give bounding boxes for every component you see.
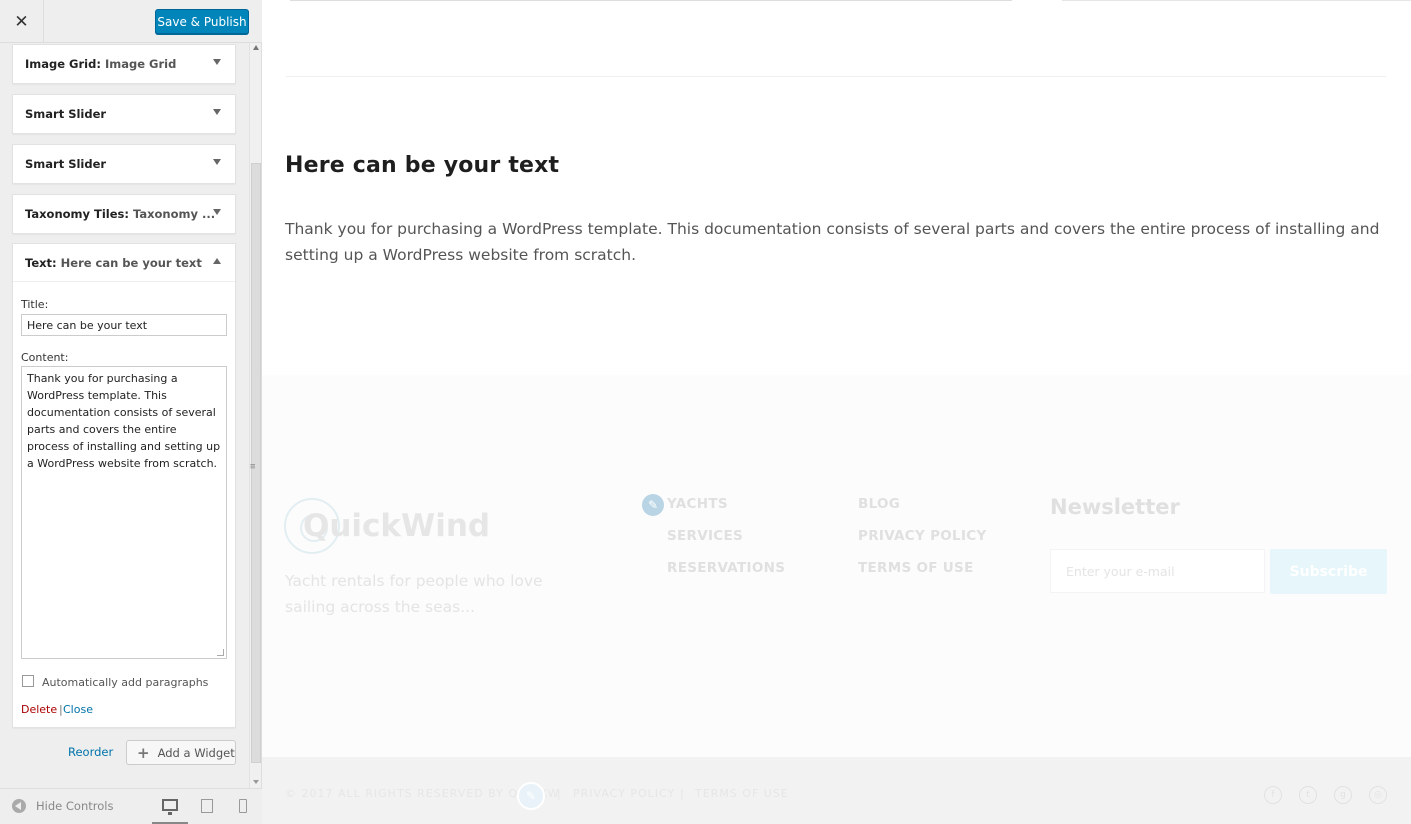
customizer-footer: Hide Controls	[0, 788, 262, 824]
hide-controls-label: Hide Controls	[36, 799, 114, 813]
text-widget-body: Thank you for purchasing a WordPress tem…	[285, 220, 1380, 264]
expand-arrow-icon[interactable]	[213, 109, 221, 115]
widget-name: Smart Slider	[25, 157, 107, 171]
section-divider	[286, 76, 1386, 77]
widget-header[interactable]: Smart Slider	[13, 145, 235, 183]
footer-link-services[interactable]: SERVICES	[667, 528, 743, 544]
sidebar-scrollbar[interactable]	[249, 43, 261, 788]
plus-icon: +	[137, 743, 150, 762]
title-label: Title:	[21, 298, 49, 311]
tablet-preview-icon[interactable]	[201, 799, 213, 813]
mobile-preview-icon[interactable]	[239, 799, 247, 813]
newsletter-title: Newsletter	[1050, 495, 1180, 519]
edit-shortcut-pencil-icon[interactable]: ✎	[642, 494, 664, 516]
bottom-link-privacy[interactable]: PRIVACY POLICY	[573, 787, 675, 800]
widget-name: Text:	[25, 255, 57, 270]
bottom-link-terms[interactable]: TERMS OF USE	[695, 787, 789, 800]
reorder-link[interactable]: Reorder	[68, 745, 113, 759]
edit-shortcut-pencil-icon[interactable]: ✎	[517, 782, 545, 810]
newsletter-email-input[interactable]: Enter your e-mail	[1050, 549, 1265, 593]
close-link[interactable]: Close	[63, 703, 93, 716]
expand-arrow-icon[interactable]	[213, 159, 221, 165]
collapse-arrow-icon[interactable]	[213, 258, 221, 264]
sidebar-resize-handle[interactable]: ≡	[250, 462, 255, 472]
content-text: Thank you for purchasing a WordPress tem…	[27, 372, 221, 470]
footer-tagline: Yacht rentals for people who love sailin…	[285, 572, 543, 616]
desktop-preview-icon[interactable]	[162, 799, 178, 815]
widget-header[interactable]: Smart Slider	[13, 95, 235, 133]
autop-label: Automatically add paragraphs	[42, 676, 209, 689]
expand-arrow-icon[interactable]	[213, 59, 221, 65]
content-label: Content:	[21, 351, 69, 364]
expand-arrow-icon[interactable]	[213, 209, 221, 215]
copyright-bar: © 2017 ALL RIGHTS RESERVED BY QUICKW ✎ |…	[262, 757, 1411, 824]
scroll-up-icon[interactable]	[253, 45, 259, 50]
widget-header[interactable]: Text: Here can be your text	[13, 244, 235, 282]
site-footer: QuickWind Yacht rentals for people who l…	[262, 375, 1411, 757]
widget-image-grid[interactable]: Image Grid: Image Grid	[12, 44, 236, 84]
content-textarea[interactable]: Thank you for purchasing a WordPress tem…	[21, 366, 227, 659]
site-logo[interactable]: QuickWind	[303, 508, 490, 544]
footer-link-privacy-policy[interactable]: PRIVACY POLICY	[858, 528, 987, 544]
twitter-icon[interactable]: t	[1299, 786, 1317, 804]
site-preview: Here can be your text Thank you for purc…	[262, 0, 1411, 824]
top-rule	[290, 0, 1012, 1]
instagram-icon[interactable]: ◎	[1369, 786, 1387, 804]
widget-name: Taxonomy Tiles:	[25, 207, 129, 221]
widget-subtitle: Taxonomy ...	[132, 207, 216, 221]
close-customizer-button[interactable]: ✕	[0, 0, 44, 43]
subscribe-button[interactable]: Subscribe	[1270, 549, 1387, 594]
widget-header[interactable]: Image Grid: Image Grid	[13, 45, 235, 83]
widget-header[interactable]: Taxonomy Tiles: Taxonomy ...	[13, 195, 235, 233]
add-widget-button[interactable]: + Add a Widget	[126, 740, 236, 765]
widget-name: Image Grid:	[25, 57, 101, 71]
collapse-icon	[12, 799, 26, 813]
footer-link-blog[interactable]: BLOG	[858, 496, 900, 512]
customizer-header: ✕ Save & Publish	[0, 0, 262, 43]
widget-taxonomy-tiles[interactable]: Taxonomy Tiles: Taxonomy ...	[12, 194, 236, 234]
delete-link[interactable]: Delete	[21, 703, 57, 716]
add-widget-label: Add a Widget	[157, 745, 235, 760]
widget-smart-slider-1[interactable]: Smart Slider	[12, 94, 236, 134]
save-publish-button[interactable]: Save & Publish	[155, 9, 249, 34]
footer-link-terms[interactable]: TERMS OF USE	[858, 560, 974, 576]
bottom-divider: |	[680, 787, 685, 800]
footer-link-reservations[interactable]: RESERVATIONS	[667, 560, 785, 576]
widget-subtitle: Here can be your text	[60, 255, 202, 270]
widget-text: Text: Here can be your text Title: Here …	[12, 243, 236, 728]
customizer-sidebar: ✕ Save & Publish Image Grid: Image Grid …	[0, 0, 262, 824]
title-input[interactable]: Here can be your text	[21, 314, 227, 336]
autop-checkbox[interactable]	[22, 675, 34, 687]
widget-name: Smart Slider	[25, 107, 107, 121]
facebook-icon[interactable]: f	[1264, 786, 1282, 804]
scroll-down-icon[interactable]	[253, 780, 259, 784]
text-widget-heading: Here can be your text	[285, 153, 560, 178]
hide-controls-button[interactable]: Hide Controls	[12, 799, 113, 813]
close-icon: ✕	[14, 11, 29, 32]
top-rule	[1062, 0, 1411, 1]
resize-grip-icon[interactable]	[217, 649, 224, 656]
bottom-divider: |	[557, 787, 562, 800]
footer-link-yachts[interactable]: YACHTS	[667, 496, 728, 512]
widget-subtitle: Image Grid	[104, 57, 177, 71]
google-plus-icon[interactable]: g	[1334, 786, 1352, 804]
widget-smart-slider-2[interactable]: Smart Slider	[12, 144, 236, 184]
